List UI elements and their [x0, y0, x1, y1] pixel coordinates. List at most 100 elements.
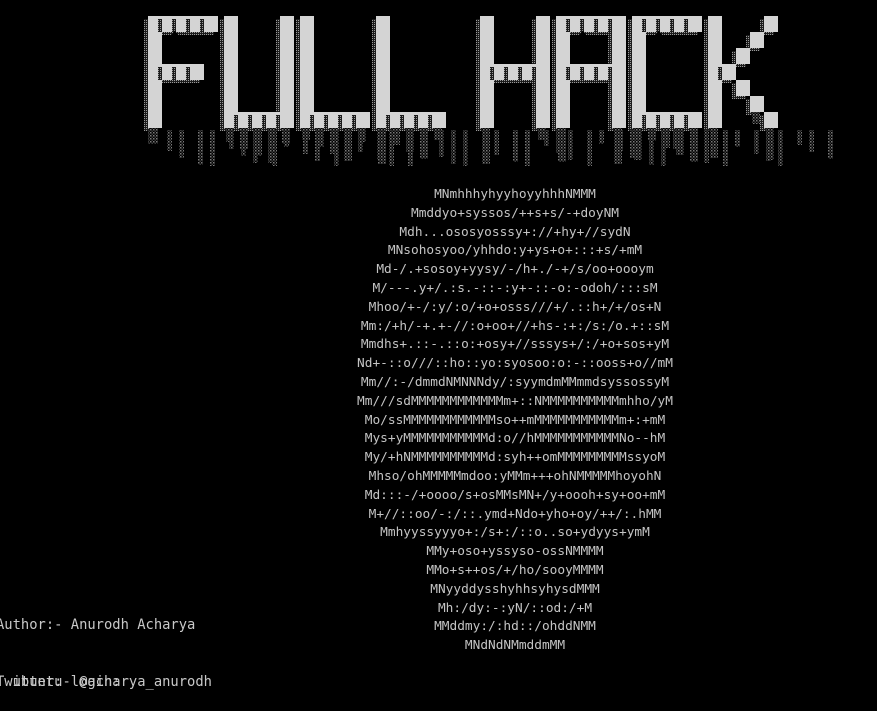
- ascii-art-line: Mmddyo+syssos/++s+s/-+doyNM: [410, 205, 620, 221]
- banner-letter-cell: [432, 112, 446, 128]
- banner-logo-art: ♦ ♦ ♦ ♦ ♦ ♦ ♦ ♦: [144, 16, 833, 166]
- banner-letter-cell: [376, 48, 390, 64]
- banner-drip: [568, 130, 573, 160]
- ascii-art-line: MNdNdNMmddmMM: [464, 638, 566, 654]
- ascii-art-face: MNmhhhyhyyhoyyhhhNMMM Mmddyo+syssos/++s+s…: [300, 186, 730, 656]
- ascii-art-line: Mmdhs+.::-.::o:+osy+//sssys+/:/+o+sos+yM: [360, 337, 670, 353]
- ascii-art-line: Mm//:-/dmmdNMNNNdy/:syymdmMMmmdsyssossyM: [360, 374, 670, 390]
- banner-letter-cell: [148, 48, 162, 64]
- login-input[interactable]: [126, 676, 136, 693]
- banner-letter-cell: [750, 96, 764, 112]
- banner-letter-cell: [480, 48, 494, 64]
- banner-letter-cell: [480, 32, 494, 48]
- banner-drip: [229, 130, 234, 149]
- banner-letter-cell: [708, 16, 722, 32]
- banner-drip: [618, 130, 623, 151]
- ascii-art-line: MMddmy:/:hd::/ohddNMM: [434, 619, 596, 635]
- ascii-art-line: MNsohosyoo/yhhdo:y+ys+o+:::+s/+mM: [387, 243, 643, 259]
- banner-drip: [179, 130, 184, 158]
- ascii-art-line: Nd+-::o///::ho::yo:syosoo:o:-::ooss+o//m…: [357, 356, 673, 372]
- banner-letter-cell: [556, 32, 570, 48]
- banner-letter-cell: [764, 112, 778, 128]
- banner-drip: [241, 130, 246, 156]
- banner-letter-cell: [280, 32, 294, 48]
- banner-letter-cell: [356, 112, 370, 128]
- banner-drip: [253, 130, 258, 163]
- banner-letter-cell: [224, 32, 238, 48]
- banner-drip: [408, 130, 413, 166]
- banner-letter-cell: [612, 96, 626, 112]
- ascii-art-line: Mh:/dy:-:yN/::od:/+M: [437, 600, 593, 616]
- ascii-art-line: Mm///sdMMMMMMMMMMMMm+::NMMMMMMMMMMmhho/y…: [357, 393, 673, 409]
- banner-letter-cell: [300, 80, 314, 96]
- banner-drip: [358, 130, 363, 152]
- banner-letter-cell: [612, 64, 626, 80]
- ascii-art-line: MNyyddysshyhhsyhysdMMM: [430, 581, 600, 597]
- banner-sparkle: ♦: [169, 29, 181, 44]
- banner-drip: [525, 130, 530, 166]
- banner-drip: [797, 130, 802, 145]
- banner-letter-cell: [280, 80, 294, 96]
- banner-letter-cell: [632, 96, 646, 112]
- banner-drip: [389, 130, 394, 166]
- banner-letter-cell: [300, 32, 314, 48]
- banner-drip: [634, 128, 642, 160]
- ascii-art-line: Mys+yMMMMMMMMMMMd:o//hMMMMMMMMMMMNo--hM: [364, 431, 666, 447]
- banner-drip: [482, 130, 487, 148]
- banner-letter-cell: [148, 96, 162, 112]
- banner-letter-cell: [480, 112, 494, 128]
- banner-drip: [167, 130, 172, 151]
- login-line: ubuntu login:: [0, 654, 136, 693]
- banner-drip: [315, 130, 320, 161]
- ascii-art-line: Mdh...ososyosssy+://+hy+//sydN: [399, 224, 631, 240]
- banner-letter-cell: [536, 32, 550, 48]
- banner-drip: [148, 130, 153, 144]
- banner-drip: [198, 130, 203, 165]
- banner-letter-cell: [632, 80, 646, 96]
- ascii-art-line: My/+hNMMMMMMMMMMd:syh++omMMMMMMMMMssyoM: [364, 450, 666, 466]
- banner-drip: [778, 130, 783, 166]
- banner-sparkle: ♦: [729, 29, 741, 44]
- banner-letter-cell: [190, 64, 204, 80]
- banner-letter-cell: [536, 48, 550, 64]
- banner-letter-cell: [280, 64, 294, 80]
- banner-drip: [599, 130, 604, 144]
- banner-sparkle: ♦: [577, 29, 589, 44]
- ascii-art-line: MMy+oso+yssyso-ossNMMMM: [426, 544, 604, 560]
- banner-letter-cell: [376, 80, 390, 96]
- banner-letter-cell: [632, 32, 646, 48]
- banner-letter-cell: [708, 32, 722, 48]
- banner-drip: [272, 130, 277, 166]
- banner-drip: [828, 130, 833, 159]
- banner-letter-cell: [280, 96, 294, 112]
- banner-sparkle: ♦: [321, 29, 333, 44]
- banner-letter-cell: [376, 96, 390, 112]
- banner-letter-cell: [722, 64, 736, 80]
- banner-letter-cell: [204, 16, 218, 32]
- ascii-art-line: Mhso/ohMMMMMmdoo:yMMm+++ohNMMMMMhoyohN: [368, 468, 662, 484]
- banner-drip: [766, 130, 771, 161]
- ascii-art-line: M/---.y+/.:s.-::-:y+-::-o:-odoh/:::sM: [372, 280, 658, 296]
- banner-sparkle: ♦: [245, 29, 257, 44]
- banner-letter-cell: [300, 48, 314, 64]
- banner-letter-cell: [536, 16, 550, 32]
- banner-drip: [334, 130, 339, 166]
- banner-drip: [723, 130, 728, 166]
- banner-letter-cell: [480, 16, 494, 32]
- banner-letter-cell: [536, 96, 550, 112]
- banner-drip: [673, 130, 678, 149]
- banner-drip: [661, 130, 666, 166]
- banner-drip: [649, 130, 654, 165]
- banner-letter-cell: [376, 16, 390, 32]
- banner-drip: [463, 130, 468, 166]
- banner-letter-cell: [632, 64, 646, 80]
- banner-letter-cell: [612, 16, 626, 32]
- banner-drip: [735, 130, 740, 147]
- ascii-art-line: Md-/.+sosoy+yysy/-/h+./-+/s/oo+oooym: [376, 262, 654, 278]
- banner-drip: [556, 130, 561, 153]
- banner-drip: [513, 130, 518, 162]
- banner-sparkle: ♦: [653, 29, 665, 44]
- banner-letter-cell: [280, 48, 294, 64]
- banner-letter-cell: [536, 112, 550, 128]
- banner-letter-cell: [224, 80, 238, 96]
